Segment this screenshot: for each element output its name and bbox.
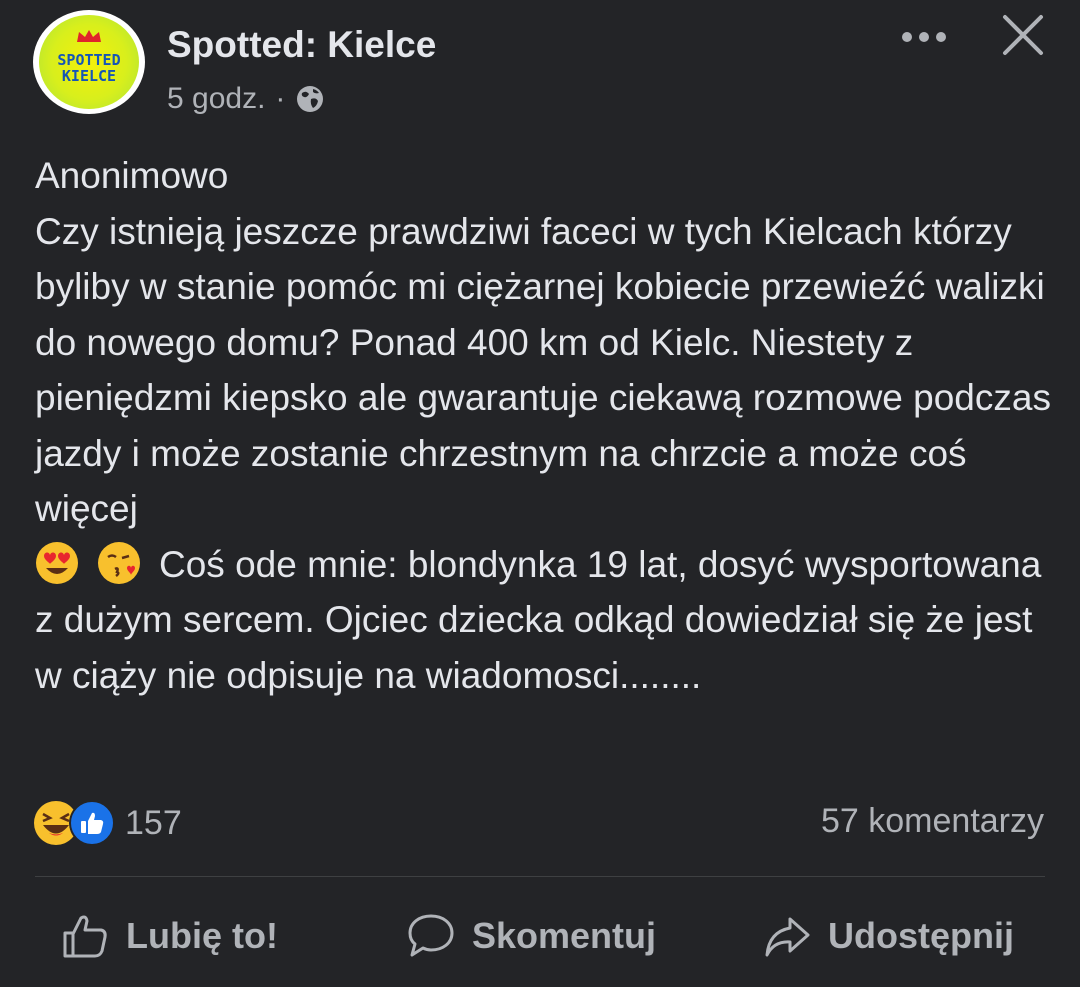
comment-icon xyxy=(408,914,454,957)
divider xyxy=(35,876,1045,877)
more-options-icon[interactable] xyxy=(902,30,948,44)
spotted-kielce-logo: SPOTTED KIELCE xyxy=(39,15,139,109)
close-icon[interactable] xyxy=(1001,13,1045,57)
reaction-count: 157 xyxy=(125,803,182,842)
page-avatar[interactable]: SPOTTED KIELCE xyxy=(33,10,145,114)
post-timestamp[interactable]: 5 godz. xyxy=(167,82,265,116)
like-button-label: Lubię to! xyxy=(126,915,278,956)
logo-text: SPOTTED KIELCE xyxy=(57,52,120,84)
crown-icon xyxy=(77,30,101,42)
logo-line-1: SPOTTED xyxy=(57,51,121,69)
share-button-label: Udostępnij xyxy=(828,915,1014,956)
comment-button-label: Skomentuj xyxy=(472,915,657,956)
share-icon xyxy=(765,917,810,957)
comment-button[interactable]: Skomentuj xyxy=(406,908,656,964)
kissing-heart-emoji xyxy=(98,541,140,584)
post-paragraph-2: Coś ode mnie: blondynka 19 lat, dosyć wy… xyxy=(35,537,1055,704)
post-text: Anonimowo Czy istnieją jeszcze prawdziwi… xyxy=(35,148,1055,703)
share-button[interactable]: Udostępnij xyxy=(762,908,1014,964)
reactions-summary[interactable]: 157 xyxy=(33,800,182,846)
globe-icon xyxy=(297,86,324,112)
logo-line-2: KIELCE xyxy=(61,67,117,85)
post-paragraph-2-text: Coś ode mnie: blondynka 19 lat, dosyć wy… xyxy=(35,543,1052,696)
like-button[interactable]: Lubię to! xyxy=(60,908,278,964)
post-paragraph-1: Anonimowo Czy istnieją jeszcze prawdziwi… xyxy=(35,155,1051,529)
meta-separator: · xyxy=(275,82,286,115)
heart-eyes-emoji xyxy=(36,541,78,584)
post-meta: 5 godz. · xyxy=(167,82,325,116)
thumbs-up-icon xyxy=(63,915,107,958)
comments-count-link[interactable]: 57 komentarzy xyxy=(821,802,1044,841)
like-icon xyxy=(69,800,115,846)
page-name-link[interactable]: Spotted: Kielce xyxy=(167,24,436,66)
